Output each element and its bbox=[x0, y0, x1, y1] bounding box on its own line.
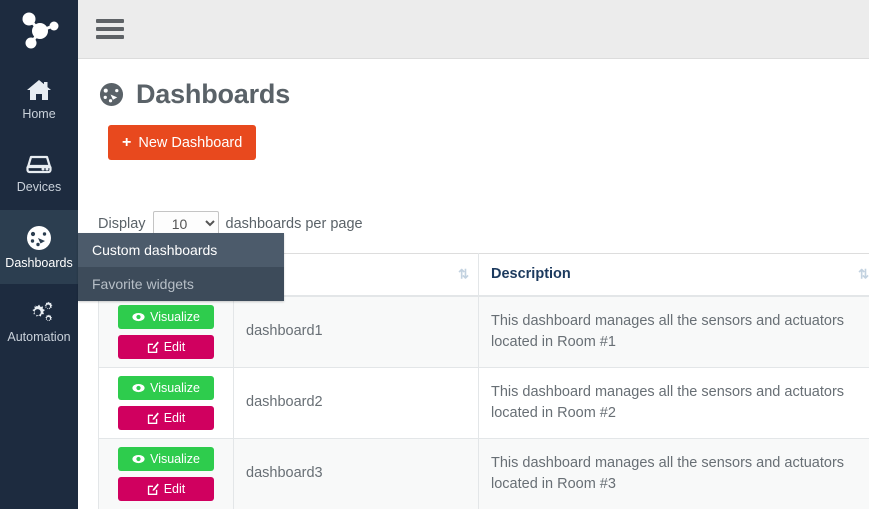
visualize-button[interactable]: Visualize bbox=[118, 304, 214, 329]
server-icon bbox=[25, 153, 53, 175]
sidebar-item-dashboards[interactable]: Dashboards bbox=[0, 210, 78, 284]
pencil-square-icon bbox=[147, 341, 159, 353]
display-prefix-label: Display bbox=[98, 215, 146, 232]
submenu-item-favorite-widgets[interactable]: Favorite widgets bbox=[78, 267, 284, 301]
dashboard-description: This dashboard manages all the sensors a… bbox=[478, 366, 869, 439]
edit-label: Edit bbox=[163, 481, 186, 496]
display-suffix-label: dashboards per page bbox=[225, 215, 363, 232]
visualize-label: Visualize bbox=[150, 309, 200, 324]
action-button-group: Visualize Edit bbox=[109, 304, 223, 359]
dashboard-name: dashboard2 bbox=[233, 366, 479, 439]
edit-label: Edit bbox=[163, 339, 186, 354]
table-row[interactable]: Visualize Edit dashboard2 This dashboard… bbox=[98, 366, 869, 439]
sidebar-item-label: Home bbox=[22, 106, 56, 121]
eye-icon bbox=[132, 312, 145, 322]
edit-button[interactable]: Edit bbox=[118, 405, 214, 430]
row-actions: Visualize Edit bbox=[98, 295, 234, 368]
gears-icon bbox=[24, 299, 54, 325]
app-root: Home Devices Dashboards Automation Dashb… bbox=[0, 0, 869, 509]
hamburger-bar bbox=[96, 27, 124, 31]
pencil-square-icon bbox=[147, 483, 159, 495]
pencil-square-icon bbox=[147, 412, 159, 424]
home-icon bbox=[26, 78, 52, 102]
submenu-item-label: Custom dashboards bbox=[92, 242, 218, 258]
visualize-button[interactable]: Visualize bbox=[118, 375, 214, 400]
sidebar-item-label: Devices bbox=[16, 179, 62, 194]
submenu-item-custom-dashboards[interactable]: Custom dashboards bbox=[78, 233, 284, 267]
row-actions: Visualize Edit bbox=[98, 437, 234, 509]
edit-button[interactable]: Edit bbox=[118, 476, 214, 501]
action-button-group: Visualize Edit bbox=[109, 446, 223, 501]
row-actions: Visualize Edit bbox=[98, 366, 234, 439]
eye-icon bbox=[132, 383, 145, 393]
brand-logo[interactable] bbox=[0, 0, 78, 62]
sidebar-item-label: Dashboards bbox=[5, 255, 73, 270]
sidebar-item-devices[interactable]: Devices bbox=[0, 136, 78, 210]
dashboard-description: This dashboard manages all the sensors a… bbox=[478, 437, 869, 509]
visualize-label: Visualize bbox=[150, 380, 200, 395]
visualize-button[interactable]: Visualize bbox=[118, 446, 214, 471]
sort-icon[interactable]: ⇅ bbox=[858, 268, 869, 281]
dashboard-icon bbox=[25, 225, 53, 251]
sidebar-item-label: Automation bbox=[7, 329, 71, 344]
page-title-text: Dashboards bbox=[136, 79, 291, 109]
visualize-label: Visualize bbox=[150, 451, 200, 466]
dashboards-submenu: Custom dashboards Favorite widgets bbox=[78, 233, 284, 301]
molecule-logo-icon bbox=[14, 9, 64, 53]
top-bar bbox=[78, 0, 869, 59]
sidebar: Home Devices Dashboards Automation bbox=[0, 0, 78, 509]
dashboard-icon bbox=[98, 82, 125, 107]
edit-button[interactable]: Edit bbox=[118, 334, 214, 359]
hamburger-bar bbox=[96, 19, 124, 23]
eye-icon bbox=[132, 454, 145, 464]
sidebar-item-home[interactable]: Home bbox=[0, 62, 78, 136]
table-body: Visualize Edit dashboard1 This dashboard… bbox=[98, 295, 869, 509]
page-title: Dashboards bbox=[98, 79, 290, 110]
sort-icon[interactable]: ⇅ bbox=[458, 268, 469, 281]
dashboard-description: This dashboard manages all the sensors a… bbox=[478, 295, 869, 368]
new-dashboard-label: New Dashboard bbox=[138, 134, 243, 151]
new-dashboard-button[interactable]: + New Dashboard bbox=[108, 125, 257, 160]
plus-icon: + bbox=[122, 133, 132, 151]
hamburger-icon[interactable] bbox=[96, 17, 124, 41]
table-row[interactable]: Visualize Edit dashboard3 This dashboard… bbox=[98, 437, 869, 509]
action-button-group: Visualize Edit bbox=[109, 375, 223, 430]
sidebar-item-automation[interactable]: Automation bbox=[0, 284, 78, 358]
hamburger-bar bbox=[96, 35, 124, 39]
table-row[interactable]: Visualize Edit dashboard1 This dashboard… bbox=[98, 295, 869, 368]
column-header-label: Description bbox=[491, 266, 571, 283]
dashboard-name: dashboard1 bbox=[233, 295, 479, 368]
dashboard-name: dashboard3 bbox=[233, 437, 479, 509]
submenu-item-label: Favorite widgets bbox=[92, 276, 194, 292]
column-header-description[interactable]: Description ⇅ bbox=[478, 253, 869, 297]
edit-label: Edit bbox=[163, 410, 186, 425]
